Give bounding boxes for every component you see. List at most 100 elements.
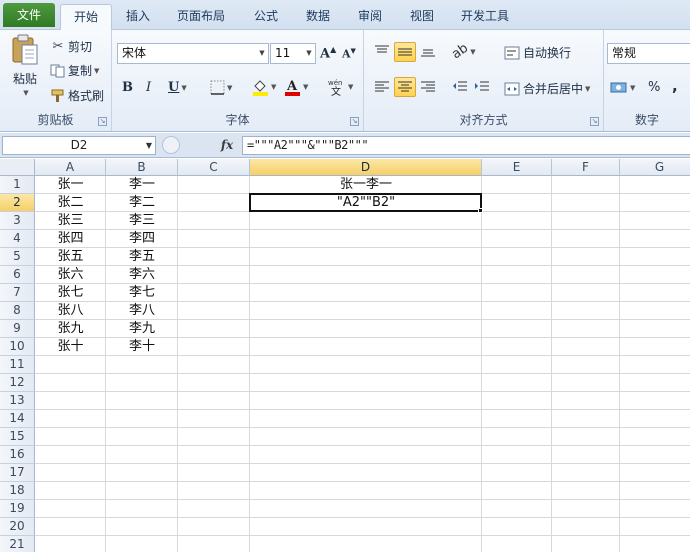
tab-developer[interactable]: 开发工具 xyxy=(452,4,518,30)
cell-b6[interactable]: 李六 xyxy=(106,266,178,284)
select-all-corner[interactable] xyxy=(0,159,35,176)
formula-expand-knob[interactable] xyxy=(162,136,180,154)
row-header-13[interactable]: 13 xyxy=(0,392,35,410)
cell-b2[interactable]: 李二 xyxy=(106,194,178,212)
currency-button[interactable]: ▼ xyxy=(610,80,635,95)
tab-home[interactable]: 开始 xyxy=(60,4,112,31)
grow-font-button[interactable]: A▲ xyxy=(320,44,336,61)
row-header-19[interactable]: 19 xyxy=(0,500,35,518)
cell-a6[interactable]: 张六 xyxy=(35,266,106,284)
column-header-g[interactable]: G xyxy=(620,159,690,176)
merge-center-button[interactable]: 合并后居中 ▼ xyxy=(504,80,590,97)
comma-button[interactable]: , xyxy=(672,77,678,95)
row-header-8[interactable]: 8 xyxy=(0,302,35,320)
column-header-b[interactable]: B xyxy=(106,159,178,176)
name-box[interactable]: D2 ▼ xyxy=(2,136,156,155)
decrease-indent-button[interactable] xyxy=(452,80,468,94)
cell-b7[interactable]: 李七 xyxy=(106,284,178,302)
percent-button[interactable]: % xyxy=(648,80,660,95)
cell-a7[interactable]: 张七 xyxy=(35,284,106,302)
row-header-12[interactable]: 12 xyxy=(0,374,35,392)
tab-insert[interactable]: 插入 xyxy=(115,4,161,30)
tab-view[interactable]: 视图 xyxy=(400,4,444,30)
cell-d1[interactable]: 张一李一 xyxy=(250,176,482,194)
copy-button[interactable]: 复制 ▼ xyxy=(50,62,99,79)
bottom-align-button[interactable] xyxy=(420,44,436,58)
row-header-14[interactable]: 14 xyxy=(0,410,35,428)
fill-handle[interactable] xyxy=(478,208,483,213)
insert-function-button[interactable]: fx xyxy=(216,137,238,154)
row-header-11[interactable]: 11 xyxy=(0,356,35,374)
font-size-select[interactable]: 11 ▼ xyxy=(270,43,316,64)
row-header-2[interactable]: 2 xyxy=(0,194,35,212)
middle-align-button[interactable] xyxy=(394,42,416,62)
font-color-button[interactable]: A ▼ xyxy=(284,78,308,96)
format-painter-button[interactable]: 格式刷 xyxy=(50,87,104,104)
borders-dropdown-arrow[interactable]: ▼ xyxy=(227,84,232,92)
shrink-font-button[interactable]: A▼ xyxy=(342,46,356,61)
wrap-text-button[interactable]: 自动换行 xyxy=(504,44,571,61)
orientation-dropdown-arrow[interactable]: ▼ xyxy=(470,48,475,56)
row-header-21[interactable]: 21 xyxy=(0,536,35,552)
fill-color-button[interactable]: ▼ xyxy=(252,78,276,96)
row-header-6[interactable]: 6 xyxy=(0,266,35,284)
number-format-select[interactable]: 常规 xyxy=(607,43,690,64)
row-header-4[interactable]: 4 xyxy=(0,230,35,248)
column-header-e[interactable]: E xyxy=(482,159,552,176)
formula-input[interactable]: ="""A2"""&"""B2""" xyxy=(242,136,690,155)
row-header-16[interactable]: 16 xyxy=(0,446,35,464)
column-header-a[interactable]: A xyxy=(35,159,106,176)
paste-dropdown-arrow[interactable]: ▼ xyxy=(23,89,28,97)
row-header-15[interactable]: 15 xyxy=(0,428,35,446)
merge-dropdown-arrow[interactable]: ▼ xyxy=(585,85,590,93)
borders-button[interactable]: ▼ xyxy=(210,80,232,95)
cell-b5[interactable]: 李五 xyxy=(106,248,178,266)
align-center-button[interactable] xyxy=(394,77,416,97)
cell-b8[interactable]: 李八 xyxy=(106,302,178,320)
font-dialog-launcher[interactable]: ↘ xyxy=(350,117,359,126)
cell-a3[interactable]: 张三 xyxy=(35,212,106,230)
row-header-3[interactable]: 3 xyxy=(0,212,35,230)
cell-b3[interactable]: 李三 xyxy=(106,212,178,230)
tab-review[interactable]: 审阅 xyxy=(348,4,392,30)
cell-b1[interactable]: 李一 xyxy=(106,176,178,194)
tab-data[interactable]: 数据 xyxy=(296,4,340,30)
phonetic-button[interactable]: wén 文 ▼ xyxy=(328,78,353,96)
column-header-f[interactable]: F xyxy=(552,159,620,176)
cell-a2[interactable]: 张二 xyxy=(35,194,106,212)
tab-formulas[interactable]: 公式 xyxy=(244,4,288,30)
font-color-dropdown-arrow[interactable]: ▼ xyxy=(303,83,308,91)
clipboard-dialog-launcher[interactable]: ↘ xyxy=(98,117,107,126)
row-header-17[interactable]: 17 xyxy=(0,464,35,482)
cut-button[interactable]: ✂ 剪切 xyxy=(50,38,92,55)
align-right-button[interactable] xyxy=(420,80,436,94)
underline-dropdown-arrow[interactable]: ▼ xyxy=(181,84,186,92)
cell-a1[interactable]: 张一 xyxy=(35,176,106,194)
cell-a10[interactable]: 张十 xyxy=(35,338,106,356)
copy-dropdown-arrow[interactable]: ▼ xyxy=(94,67,99,75)
orientation-button[interactable]: ab ▼ xyxy=(449,41,475,63)
cell-a5[interactable]: 张五 xyxy=(35,248,106,266)
fill-color-dropdown-arrow[interactable]: ▼ xyxy=(271,83,276,91)
row-header-9[interactable]: 9 xyxy=(0,320,35,338)
cell-a9[interactable]: 张九 xyxy=(35,320,106,338)
column-header-c[interactable]: C xyxy=(178,159,250,176)
phonetic-dropdown-arrow[interactable]: ▼ xyxy=(348,83,353,91)
bold-button[interactable]: B xyxy=(122,80,133,95)
alignment-dialog-launcher[interactable]: ↘ xyxy=(590,117,599,126)
row-header-7[interactable]: 7 xyxy=(0,284,35,302)
cell-b4[interactable]: 李四 xyxy=(106,230,178,248)
row-header-18[interactable]: 18 xyxy=(0,482,35,500)
cell-b10[interactable]: 李十 xyxy=(106,338,178,356)
row-header-20[interactable]: 20 xyxy=(0,518,35,536)
cell-a4[interactable]: 张四 xyxy=(35,230,106,248)
tab-page-layout[interactable]: 页面布局 xyxy=(168,4,234,30)
currency-dropdown-arrow[interactable]: ▼ xyxy=(630,84,635,92)
paste-button[interactable]: 粘贴 ▼ xyxy=(8,34,42,97)
cell-a8[interactable]: 张八 xyxy=(35,302,106,320)
increase-indent-button[interactable] xyxy=(474,80,490,94)
row-header-5[interactable]: 5 xyxy=(0,248,35,266)
underline-button[interactable]: U ▼ xyxy=(168,80,187,95)
align-left-button[interactable] xyxy=(374,80,390,94)
worksheet-grid[interactable]: ABCDEFG 1 2 3 4 5 6 7 8 9 10 11 12 13 14 15 16 17 18 19 20 2… xyxy=(0,159,690,552)
